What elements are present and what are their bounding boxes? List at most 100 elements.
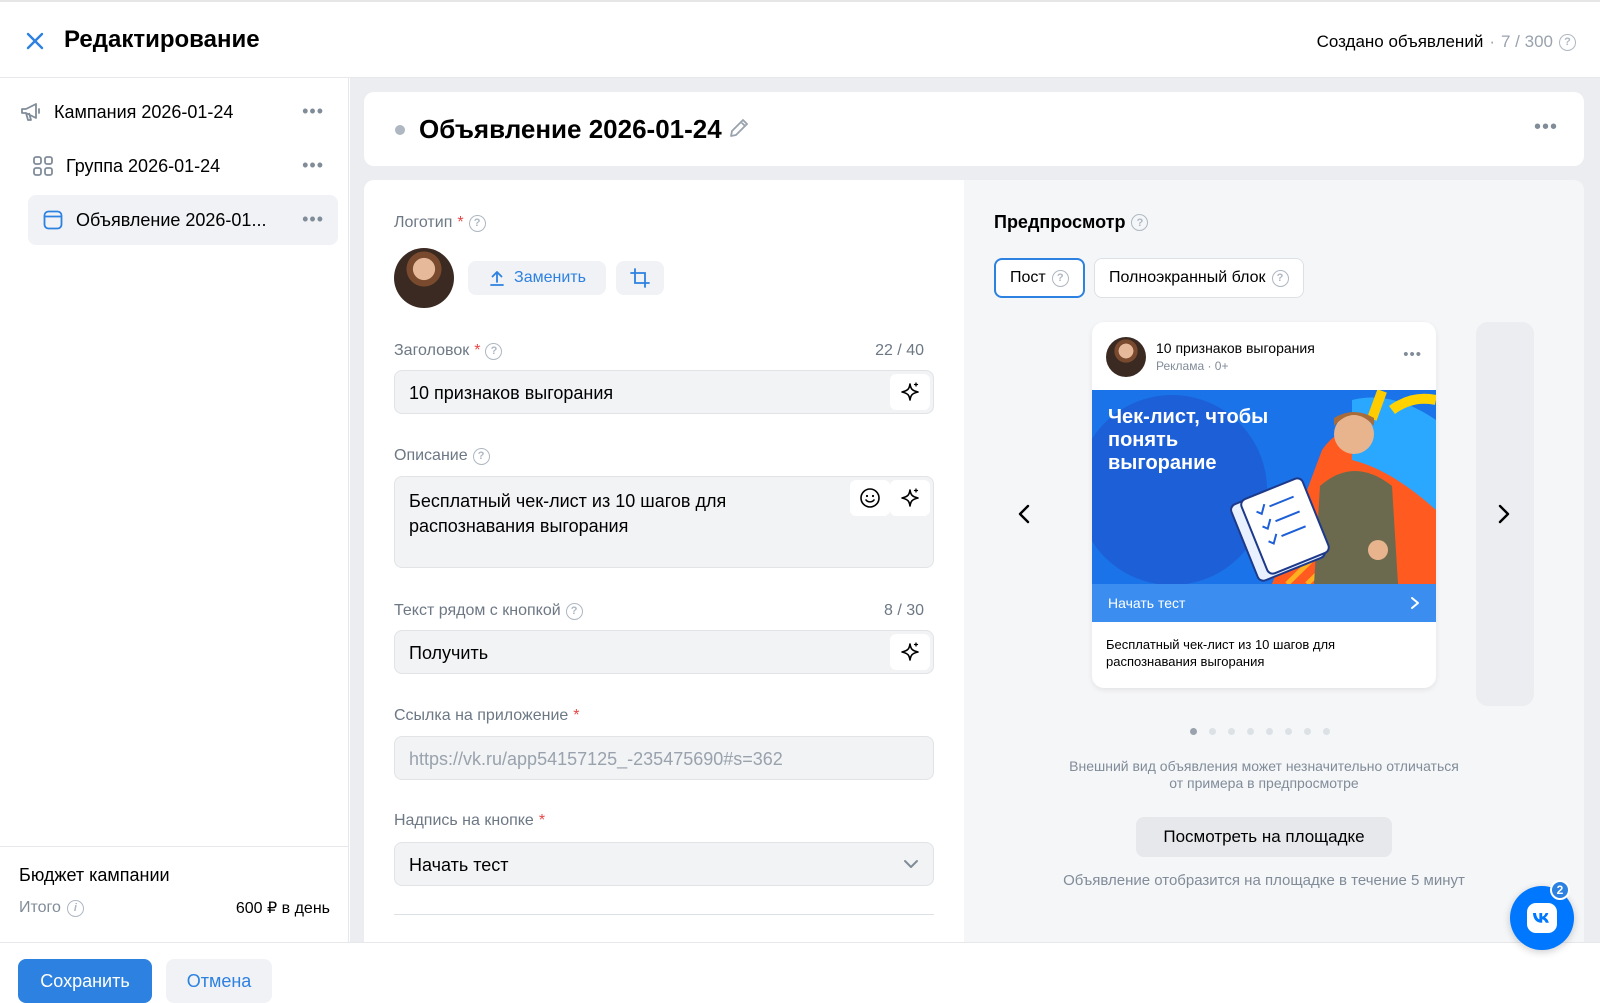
ad-header: Объявление 2026-01-24 •••: [364, 92, 1584, 166]
crop-button[interactable]: [616, 261, 664, 295]
sidebar-item-label: Объявление 2026-01...: [76, 209, 267, 230]
cancel-button[interactable]: Отмена: [166, 959, 272, 1003]
status-dot: [395, 125, 405, 135]
help-icon[interactable]: ?: [472, 447, 490, 465]
carousel-dot[interactable]: [1209, 728, 1216, 735]
view-on-platform-label: Посмотреть на площадке: [1163, 827, 1365, 846]
sparkle-icon: [901, 642, 919, 661]
logo-field-label: Логотип * ?: [394, 214, 486, 232]
created-label: Создано объявлений: [1316, 32, 1484, 51]
app-link-value: https://vk.ru/app54157125_-235475690#s=3…: [409, 749, 783, 769]
page-title: Редактирование: [64, 26, 260, 53]
post-avatar: [1106, 337, 1146, 377]
budget-title: Бюджет кампании: [19, 865, 170, 885]
banner-image: Чек-лист, чтобы понять выгорание: [1092, 390, 1436, 584]
close-icon[interactable]: [22, 28, 48, 54]
description-label: Описание: [394, 447, 468, 464]
banner-headline: Чек-лист, чтобы понять выгорание: [1108, 406, 1269, 474]
info-icon[interactable]: i: [66, 899, 84, 917]
headline-input[interactable]: 10 признаков выгорания: [394, 370, 934, 414]
description-field-label: Описание ?: [394, 447, 490, 465]
chevron-right-icon: [1411, 597, 1419, 609]
more-icon[interactable]: •••: [1403, 346, 1422, 363]
app-link-input: https://vk.ru/app54157125_-235475690#s=3…: [394, 736, 934, 780]
tab-fullscreen[interactable]: Полноэкранный блок ?: [1094, 258, 1304, 298]
headline-value: 10 признаков выгорания: [409, 383, 614, 403]
chevron-left-icon: [1018, 504, 1030, 524]
button-caption-select[interactable]: Начать тест: [394, 842, 934, 886]
carousel-dots: [1190, 728, 1330, 735]
chevron-down-icon: [904, 860, 918, 868]
help-icon[interactable]: ?: [1131, 214, 1149, 231]
sidebar: Кампания 2026-01-24 ••• Группа 2026-01-2…: [0, 78, 349, 942]
ad-icon: [40, 207, 66, 233]
required-mark: *: [573, 707, 580, 724]
button-text-label: Текст рядом с кнопкой: [394, 602, 561, 619]
sidebar-item-group[interactable]: Группа 2026-01-24 •••: [18, 141, 338, 191]
carousel-dot[interactable]: [1247, 728, 1254, 735]
ai-sparkle-button[interactable]: [890, 634, 930, 670]
smile-icon: [860, 488, 880, 508]
created-count: 7 / 300: [1501, 32, 1553, 51]
help-icon[interactable]: ?: [1051, 269, 1069, 287]
sidebar-item-label: Группа 2026-01-24: [66, 155, 221, 176]
carousel-dot[interactable]: [1304, 728, 1311, 735]
sparkle-icon: [901, 488, 919, 507]
display-note: Объявление отобразится на площадке в теч…: [1063, 872, 1465, 889]
help-icon[interactable]: ?: [1271, 269, 1289, 287]
help-icon[interactable]: ?: [468, 214, 486, 232]
headline-counter: 22 / 40: [875, 342, 924, 359]
carousel-dot[interactable]: [1285, 728, 1292, 735]
logo-image: [394, 248, 454, 308]
main-area: Объявление 2026-01-24 ••• Логотип * ? Зам…: [350, 78, 1600, 942]
required-mark: *: [457, 214, 464, 231]
preview-title-wrap: Предпросмотр ?: [994, 212, 1149, 233]
post-cta-button[interactable]: Начать тест: [1092, 584, 1436, 622]
button-text-field-label: Текст рядом с кнопкой ?: [394, 602, 583, 620]
preview-note: Внешний вид объявления может незначитель…: [1069, 758, 1459, 791]
help-icon[interactable]: ?: [1559, 33, 1576, 51]
ai-sparkle-button[interactable]: [890, 480, 930, 516]
upload-icon: [490, 271, 504, 286]
more-icon[interactable]: •••: [302, 155, 324, 176]
budget-total-label-wrap: Итого i: [19, 898, 84, 918]
created-ads-counter: Создано объявлений · 7 / 300 ?: [1317, 32, 1576, 52]
chevron-right-icon: [1498, 504, 1510, 524]
emoji-button[interactable]: [850, 480, 890, 516]
save-button[interactable]: Сохранить: [18, 959, 152, 1003]
button-text-input[interactable]: Получить: [394, 630, 934, 674]
carousel-dot[interactable]: [1266, 728, 1273, 735]
created-separator: ·: [1489, 32, 1495, 51]
sidebar-item-ad[interactable]: Объявление 2026-01... •••: [28, 195, 338, 245]
more-icon[interactable]: •••: [1534, 116, 1558, 139]
carousel-dot[interactable]: [1323, 728, 1330, 735]
next-arrow-button[interactable]: [1488, 498, 1520, 530]
button-caption-field-label: Надпись на кнопке *: [394, 812, 545, 830]
required-mark: *: [474, 342, 481, 359]
vk-logo-icon: [1527, 903, 1557, 933]
carousel-dot[interactable]: [1190, 728, 1197, 735]
view-on-platform-button[interactable]: Посмотреть на площадке: [1136, 817, 1392, 857]
tab-post[interactable]: Пост ?: [994, 258, 1085, 298]
preview-title: Предпросмотр: [994, 212, 1126, 232]
pencil-icon[interactable]: [727, 116, 753, 142]
ai-sparkle-button[interactable]: [890, 374, 930, 410]
help-icon[interactable]: ?: [565, 602, 583, 620]
more-icon[interactable]: •••: [302, 209, 324, 230]
button-caption-label: Надпись на кнопке: [394, 812, 534, 829]
button-text-value: Получить: [409, 643, 489, 663]
sidebar-item-campaign[interactable]: Кампания 2026-01-24 •••: [18, 87, 338, 137]
replace-logo-label: Заменить: [514, 269, 586, 286]
more-icon[interactable]: •••: [302, 101, 324, 122]
budget-total-value: 600 ₽ в день: [235, 900, 330, 917]
grid-icon: [30, 153, 56, 179]
megaphone-icon: [18, 99, 44, 125]
divider: [394, 914, 934, 915]
replace-logo-button[interactable]: Заменить: [468, 261, 606, 295]
notification-badge: 2: [1550, 880, 1570, 900]
prev-arrow-button[interactable]: [1008, 498, 1040, 530]
help-icon[interactable]: ?: [485, 342, 503, 360]
post-description: Бесплатный чек-лист из 10 шагов для расп…: [1106, 637, 1336, 669]
post-cta-label: Начать тест: [1108, 595, 1186, 611]
carousel-dot[interactable]: [1228, 728, 1235, 735]
